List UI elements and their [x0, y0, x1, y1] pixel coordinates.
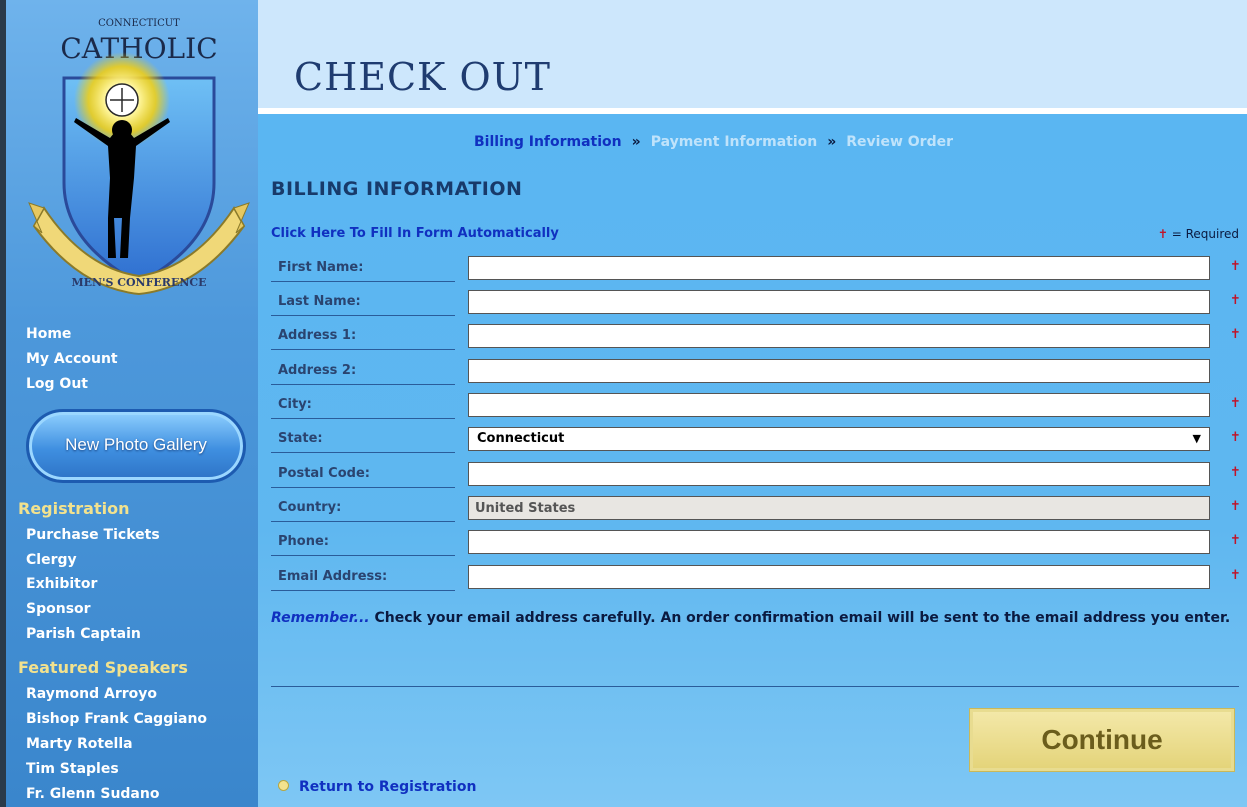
email-label: Email Address:: [271, 563, 455, 591]
nav-speaker-fr-glenn-sudano[interactable]: Fr. Glenn Sudano: [26, 786, 159, 802]
nav-log-out[interactable]: Log Out: [26, 376, 88, 392]
step-review-order: Review Order: [846, 134, 954, 150]
form-divider: [271, 686, 1239, 687]
bullet-icon: [278, 779, 289, 791]
address1-field[interactable]: [468, 324, 1210, 348]
sidebar: CONNECTICUT CATHOLIC MEN'S CONFERENCE Ho…: [0, 0, 258, 807]
state-label: State:: [271, 425, 455, 453]
required-cross-icon: ✝: [1230, 327, 1241, 342]
email-row: Email Address: ✝: [271, 563, 1241, 591]
email-field[interactable]: [468, 565, 1210, 589]
nav-speaker-tim-staples[interactable]: Tim Staples: [26, 761, 119, 777]
city-label: City:: [271, 391, 455, 419]
logo-banner-text: MEN'S CONFERENCE: [71, 276, 206, 289]
required-cross-icon: ✝: [1230, 396, 1241, 411]
postal-code-label: Postal Code:: [271, 460, 455, 488]
address1-label: Address 1:: [271, 322, 455, 350]
postal-code-row: Postal Code: ✝: [271, 460, 1241, 488]
nav-clergy[interactable]: Clergy: [26, 552, 77, 568]
state-select-value: Connecticut: [477, 431, 565, 446]
required-cross-icon: ✝: [1157, 227, 1168, 241]
nav-sponsor[interactable]: Sponsor: [26, 601, 91, 617]
billing-heading: BILLING INFORMATION: [271, 178, 523, 200]
featured-speakers-heading: Featured Speakers: [18, 658, 188, 677]
nav-my-account[interactable]: My Account: [26, 351, 118, 367]
email-reminder: Remember... Check your email address car…: [271, 608, 1241, 629]
required-cross-icon: ✝: [1230, 293, 1241, 308]
dropdown-arrow-icon: ▼: [1192, 432, 1201, 445]
logo-top-text: CONNECTICUT: [98, 18, 180, 29]
required-cross-icon: ✝: [1230, 259, 1241, 274]
required-cross-icon: ✝: [1230, 533, 1241, 548]
postal-code-field[interactable]: [468, 462, 1210, 486]
address2-row: Address 2:: [271, 357, 1241, 385]
nav-home[interactable]: Home: [26, 326, 71, 342]
nav-speaker-raymond-arroyo[interactable]: Raymond Arroyo: [26, 686, 157, 702]
first-name-row: First Name: ✝: [271, 254, 1241, 282]
country-label: Country:: [271, 494, 455, 522]
city-row: City: ✝: [271, 391, 1241, 419]
nav-parish-captain[interactable]: Parish Captain: [26, 626, 141, 642]
page-title: CHECK OUT: [294, 55, 552, 99]
phone-label: Phone:: [271, 528, 455, 556]
autofill-link[interactable]: Click Here To Fill In Form Automatically: [271, 226, 559, 241]
nav-exhibitor[interactable]: Exhibitor: [26, 576, 97, 592]
last-name-field[interactable]: [468, 290, 1210, 314]
first-name-field[interactable]: [468, 256, 1210, 280]
registration-heading: Registration: [18, 499, 130, 518]
step-billing-information: Billing Information: [474, 134, 622, 150]
city-field[interactable]: [468, 393, 1210, 417]
last-name-row: Last Name: ✝: [271, 288, 1241, 316]
state-row: State: Connecticut ▼ ✝: [271, 425, 1241, 453]
required-legend-text: = Required: [1167, 227, 1239, 241]
reminder-lead: Remember...: [271, 610, 370, 626]
required-cross-icon: ✝: [1230, 465, 1241, 480]
continue-button[interactable]: Continue: [970, 709, 1234, 771]
required-cross-icon: ✝: [1230, 499, 1241, 514]
last-name-label: Last Name:: [271, 288, 455, 316]
return-to-registration-link[interactable]: Return to Registration: [278, 779, 476, 795]
phone-row: Phone: ✝: [271, 528, 1241, 556]
return-link-label: Return to Registration: [299, 779, 477, 795]
required-legend: ✝ = Required: [1158, 227, 1239, 241]
checkout-steps: Billing Information » Payment Information »…: [474, 134, 953, 150]
step-separator-icon: »: [827, 134, 837, 150]
required-cross-icon: ✝: [1230, 568, 1241, 583]
state-select[interactable]: Connecticut ▼: [468, 427, 1210, 451]
phone-field[interactable]: [468, 530, 1210, 554]
nav-speaker-marty-rotella[interactable]: Marty Rotella: [26, 736, 133, 752]
new-photo-gallery-button[interactable]: New Photo Gallery: [26, 409, 246, 483]
step-payment-information: Payment Information: [650, 134, 818, 150]
address2-label: Address 2:: [271, 357, 455, 385]
address1-row: Address 1: ✝: [271, 322, 1241, 350]
country-row: Country: ✝: [271, 494, 1241, 522]
reminder-text: Check your email address carefully. An o…: [369, 610, 1231, 626]
first-name-label: First Name:: [271, 254, 455, 282]
address2-field[interactable]: [468, 359, 1210, 383]
nav-purchase-tickets[interactable]: Purchase Tickets: [26, 527, 160, 543]
nav-speaker-bishop-frank-caggiano[interactable]: Bishop Frank Caggiano: [26, 711, 207, 727]
country-field: [468, 496, 1210, 520]
step-separator-icon: »: [631, 134, 641, 150]
checkout-main: Billing Information » Payment Information »…: [258, 114, 1247, 807]
conference-logo[interactable]: CONNECTICUT CATHOLIC MEN'S CONFERENCE: [24, 8, 254, 308]
required-cross-icon: ✝: [1230, 430, 1241, 445]
page-header: CHECK OUT: [258, 0, 1247, 108]
